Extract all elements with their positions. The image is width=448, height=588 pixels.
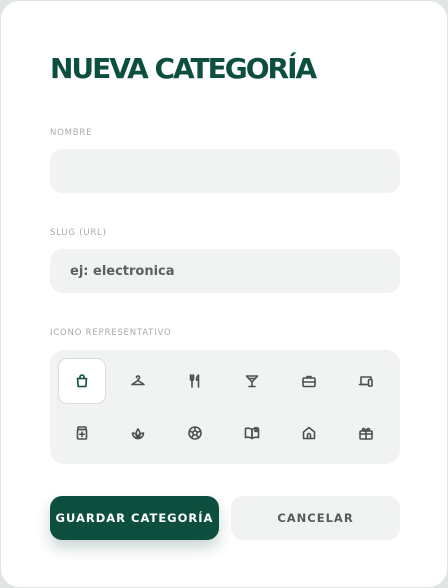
icon-option-shopping-bag[interactable] bbox=[58, 358, 106, 404]
slug-input[interactable] bbox=[50, 249, 400, 293]
icon-option-hanger[interactable] bbox=[114, 358, 162, 404]
icon-option-gift[interactable] bbox=[342, 410, 390, 456]
name-input[interactable] bbox=[50, 149, 400, 193]
hanger-icon bbox=[131, 375, 145, 386]
save-category-button[interactable]: GUARDAR CATEGORÍA bbox=[50, 496, 219, 540]
book-open-icon bbox=[244, 426, 260, 440]
soccer-ball-icon bbox=[188, 426, 202, 440]
slug-label: SLUG (URL) bbox=[50, 228, 107, 238]
gift-icon bbox=[359, 427, 373, 440]
icon-option-book-open[interactable] bbox=[228, 410, 276, 456]
leaf-icon bbox=[131, 428, 145, 440]
name-label: NOMBRE bbox=[50, 128, 93, 138]
icon-option-cocktail[interactable] bbox=[228, 358, 276, 404]
icon-option-leaf[interactable] bbox=[114, 410, 162, 456]
home-icon bbox=[302, 426, 316, 440]
cocktail-icon bbox=[245, 375, 259, 388]
devices-icon bbox=[358, 376, 373, 387]
briefcase-icon bbox=[302, 375, 316, 388]
icon-picker bbox=[50, 350, 400, 464]
utensils-icon bbox=[189, 374, 200, 388]
icon-option-utensils[interactable] bbox=[171, 358, 219, 404]
category-form-card: NUEVA CATEGORÍA NOMBRE SLUG (URL) ICONO … bbox=[1, 1, 447, 587]
icon-option-devices[interactable] bbox=[342, 358, 390, 404]
icon-picker-label: ICONO REPRESENTATIVO bbox=[50, 328, 172, 338]
icon-option-soccer-ball[interactable] bbox=[171, 410, 219, 456]
cancel-button[interactable]: CANCELAR bbox=[231, 496, 400, 540]
shopping-bag-icon bbox=[76, 374, 88, 388]
icon-option-briefcase[interactable] bbox=[285, 358, 333, 404]
icon-option-medicine[interactable] bbox=[58, 410, 106, 456]
page-title: NUEVA CATEGORÍA bbox=[50, 52, 317, 85]
icon-option-home[interactable] bbox=[285, 410, 333, 456]
medicine-icon bbox=[76, 426, 88, 440]
